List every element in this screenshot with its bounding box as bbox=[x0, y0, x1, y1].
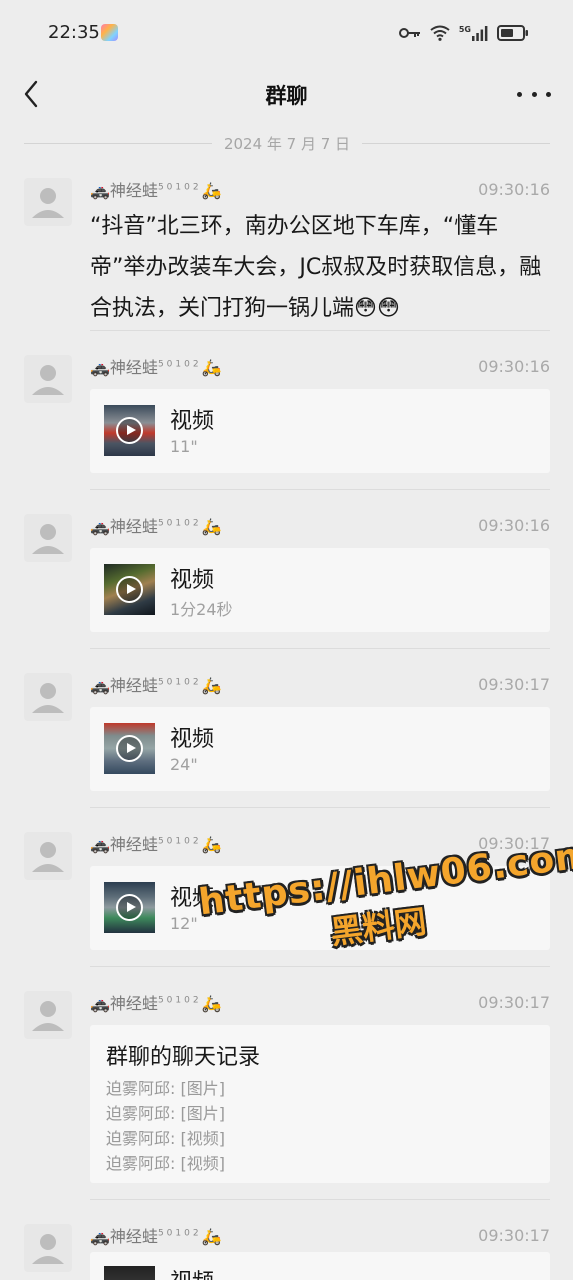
video-title: 视频 bbox=[170, 568, 215, 593]
message-time: 09:30:17 bbox=[478, 833, 550, 853]
message-meta: 🚓神经蛙50102🛵 09:30:17 bbox=[90, 1224, 550, 1247]
video-card[interactable]: 视频 1分24秒 bbox=[90, 548, 550, 632]
message-item[interactable]: 🚓神经蛙50102🛵 09:30:17 视频 24" bbox=[24, 673, 550, 791]
video-thumbnail bbox=[104, 1266, 155, 1280]
dot-icon bbox=[531, 91, 537, 97]
app-notification-icon bbox=[101, 24, 118, 41]
video-card[interactable]: 视频 12" bbox=[90, 866, 550, 950]
message-meta: 🚓神经蛙50102🛵 09:30:17 bbox=[90, 832, 550, 855]
status-bar: 22:35 5G bbox=[0, 0, 573, 66]
video-title: 视频 bbox=[170, 886, 215, 911]
video-duration: 24" bbox=[170, 755, 198, 774]
message-item[interactable]: 🚓神经蛙50102🛵 09:30:16 视频 1分24秒 bbox=[24, 514, 550, 632]
message-separator bbox=[90, 330, 550, 331]
play-icon bbox=[116, 417, 143, 444]
default-avatar-icon bbox=[32, 1001, 64, 1031]
more-options-button[interactable] bbox=[517, 82, 551, 106]
chat-record-line: 迫雾阿邱: [视频] bbox=[106, 1154, 225, 1173]
sender-name: 🚓神经蛙50102🛵 bbox=[90, 358, 222, 377]
chat-record-line: 迫雾阿邱: [图片] bbox=[106, 1104, 225, 1123]
default-avatar-icon bbox=[32, 188, 64, 218]
message-time: 09:30:17 bbox=[478, 1225, 550, 1245]
divider-line bbox=[362, 142, 551, 144]
avatar[interactable] bbox=[24, 991, 72, 1039]
message-time: 09:30:16 bbox=[478, 356, 550, 376]
video-thumbnail bbox=[104, 405, 155, 456]
message-item[interactable]: 🚓神经蛙50102🛵 09:30:17 视频 12" bbox=[24, 832, 550, 950]
message-separator bbox=[90, 489, 550, 490]
message-separator bbox=[90, 648, 550, 649]
avatar[interactable] bbox=[24, 673, 72, 721]
video-thumbnail bbox=[104, 882, 155, 933]
message-separator bbox=[90, 807, 550, 808]
message-meta: 🚓神经蛙50102🛵 09:30:16 bbox=[90, 514, 550, 537]
flushed-face-icon: 😳😳 bbox=[354, 296, 400, 321]
chat-record-card[interactable]: 群聊的聊天记录 迫雾阿邱: [图片] 迫雾阿邱: [图片] 迫雾阿邱: [视频]… bbox=[90, 1025, 550, 1183]
message-time: 09:30:16 bbox=[478, 179, 550, 199]
sender-name: 🚓神经蛙50102🛵 bbox=[90, 181, 222, 200]
sender-name: 🚓神经蛙50102🛵 bbox=[90, 676, 222, 695]
message-item[interactable]: 🚓神经蛙50102🛵 09:30:17 视频 bbox=[24, 1224, 550, 1280]
default-avatar-icon bbox=[32, 365, 64, 395]
chat-record-line: 迫雾阿邱: [图片] bbox=[106, 1079, 225, 1098]
chat-record-line: 迫雾阿邱: [视频] bbox=[106, 1129, 225, 1148]
avatar[interactable] bbox=[24, 178, 72, 226]
play-icon bbox=[116, 576, 143, 603]
video-card[interactable]: 视频 11" bbox=[90, 389, 550, 473]
video-title: 视频 bbox=[170, 1264, 214, 1280]
video-duration: 1分24秒 bbox=[170, 600, 233, 619]
nav-bar: 群聊 bbox=[0, 66, 573, 122]
sender-name: 🚓神经蛙50102🛵 bbox=[90, 1227, 222, 1246]
message-meta: 🚓神经蛙50102🛵 09:30:16 bbox=[90, 178, 550, 201]
message-separator bbox=[90, 966, 550, 967]
video-card[interactable]: 视频 24" bbox=[90, 707, 550, 791]
battery-icon bbox=[497, 25, 528, 41]
video-duration: 12" bbox=[170, 914, 198, 933]
message-item[interactable]: 🚓神经蛙50102🛵 09:30:17 群聊的聊天记录 迫雾阿邱: [图片] 迫… bbox=[24, 991, 550, 1183]
play-icon bbox=[116, 894, 143, 921]
default-avatar-icon bbox=[32, 683, 64, 713]
avatar[interactable] bbox=[24, 1224, 72, 1272]
message-item[interactable]: 🚓神经蛙50102🛵 09:30:16 视频 11" bbox=[24, 355, 550, 473]
date-divider: 2024 年 7 月 7 日 bbox=[24, 132, 551, 154]
video-thumbnail bbox=[104, 564, 155, 615]
message-separator bbox=[90, 1199, 550, 1200]
message-meta: 🚓神经蛙50102🛵 09:30:17 bbox=[90, 991, 550, 1014]
message-item[interactable]: 🚓神经蛙50102🛵 09:30:16 “抖音”北三环，南办公区地下车库，“懂车… bbox=[24, 178, 550, 321]
video-title: 视频 bbox=[170, 409, 215, 434]
video-thumbnail bbox=[104, 723, 155, 774]
message-time: 09:30:17 bbox=[478, 674, 550, 694]
network-type-label: 5G bbox=[458, 25, 471, 34]
play-icon bbox=[116, 735, 143, 762]
message-meta: 🚓神经蛙50102🛵 09:30:16 bbox=[90, 355, 550, 378]
status-icons: 5G bbox=[398, 22, 529, 44]
divider-line bbox=[24, 142, 212, 144]
dot-icon bbox=[517, 91, 522, 97]
default-avatar-icon bbox=[32, 1234, 64, 1264]
message-text[interactable]: “抖音”北三环，南办公区地下车库，“懂车帝”举办改装车大会，JC叔叔及时获取信息… bbox=[90, 206, 550, 329]
page-title: 群聊 bbox=[265, 84, 308, 108]
default-avatar-icon bbox=[32, 842, 64, 872]
chat-record-title: 群聊的聊天记录 bbox=[106, 1045, 261, 1070]
avatar[interactable] bbox=[24, 355, 72, 403]
video-card[interactable]: 视频 bbox=[90, 1252, 550, 1280]
dot-icon bbox=[546, 91, 551, 97]
video-title: 视频 bbox=[170, 727, 215, 752]
sender-name: 🚓神经蛙50102🛵 bbox=[90, 517, 222, 536]
avatar[interactable] bbox=[24, 514, 72, 562]
date-label: 2024 年 7 月 7 日 bbox=[223, 134, 351, 153]
default-avatar-icon bbox=[32, 524, 64, 554]
status-time: 22:35 bbox=[48, 22, 100, 43]
video-duration: 11" bbox=[170, 437, 198, 456]
cell-signal-icon: 5G bbox=[459, 25, 488, 41]
key-icon bbox=[398, 28, 420, 38]
message-time: 09:30:16 bbox=[478, 515, 550, 535]
sender-name: 🚓神经蛙50102🛵 bbox=[90, 994, 222, 1013]
avatar[interactable] bbox=[24, 832, 72, 880]
wifi-icon bbox=[430, 25, 450, 41]
message-time: 09:30:17 bbox=[478, 992, 550, 1012]
sender-name: 🚓神经蛙50102🛵 bbox=[90, 835, 222, 854]
message-meta: 🚓神经蛙50102🛵 09:30:17 bbox=[90, 673, 550, 696]
